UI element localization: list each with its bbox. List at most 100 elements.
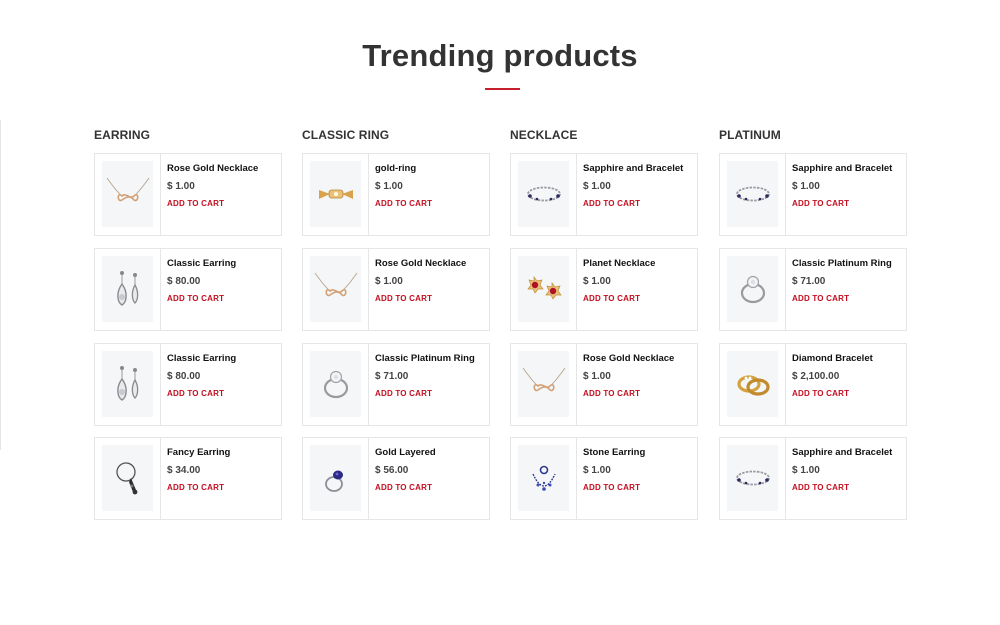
product-thumbnail[interactable] — [310, 161, 361, 227]
product-info: Rose Gold Necklace $ 1.00 ADD TO CART — [583, 352, 695, 399]
category-heading[interactable]: PLATINUM — [719, 128, 907, 143]
add-to-cart-button[interactable]: ADD TO CART — [375, 294, 487, 304]
necklace-icon — [313, 269, 359, 309]
card-divider — [785, 154, 786, 235]
add-to-cart-button[interactable]: ADD TO CART — [792, 199, 904, 209]
product-info: Rose Gold Necklace $ 1.00 ADD TO CART — [167, 162, 279, 209]
product-info: gold-ring $ 1.00 ADD TO CART — [375, 162, 487, 209]
product-name-link[interactable]: Stone Earring — [583, 446, 695, 459]
add-to-cart-button[interactable]: ADD TO CART — [375, 389, 487, 399]
add-to-cart-button[interactable]: ADD TO CART — [583, 389, 695, 399]
product-name-link[interactable]: gold-ring — [375, 162, 487, 175]
product-info: Classic Earring $ 80.00 ADD TO CART — [167, 257, 279, 304]
category-column: CLASSIC RING gold-ring $ 1.00 ADD TO CART Ro… — [302, 128, 490, 520]
fancy-earring-icon — [108, 456, 148, 500]
product-price: $ 1.00 — [583, 465, 611, 476]
card-divider — [160, 154, 161, 235]
add-to-cart-button[interactable]: ADD TO CART — [167, 199, 279, 209]
card-divider — [576, 344, 577, 425]
product-thumbnail[interactable] — [310, 256, 361, 322]
card-divider — [368, 154, 369, 235]
product-thumbnail[interactable] — [518, 351, 569, 417]
card-divider — [785, 438, 786, 519]
product-info: Planet Necklace $ 1.00 ADD TO CART — [583, 257, 695, 304]
product-name-link[interactable]: Gold Layered — [375, 446, 487, 459]
add-to-cart-button[interactable]: ADD TO CART — [167, 483, 279, 493]
card-divider — [160, 249, 161, 330]
product-thumbnail[interactable] — [727, 351, 778, 417]
card-divider — [160, 344, 161, 425]
product-thumbnail[interactable] — [102, 161, 153, 227]
product-price: $ 80.00 — [167, 276, 201, 287]
title-underline — [485, 88, 520, 90]
product-thumbnail[interactable] — [518, 161, 569, 227]
product-price: $ 1.00 — [375, 276, 403, 287]
card-divider — [785, 249, 786, 330]
gold-bands-icon — [731, 364, 775, 404]
product-name-link[interactable]: Rose Gold Necklace — [583, 352, 695, 365]
product-card: Planet Necklace $ 1.00 ADD TO CART — [510, 248, 698, 331]
product-card: Stone Earring $ 1.00 ADD TO CART — [510, 437, 698, 520]
add-to-cart-button[interactable]: ADD TO CART — [167, 389, 279, 399]
add-to-cart-button[interactable]: ADD TO CART — [792, 294, 904, 304]
stone-earring-icon — [524, 458, 564, 498]
add-to-cart-button[interactable]: ADD TO CART — [375, 483, 487, 493]
category-heading[interactable]: NECKLACE — [510, 128, 698, 143]
product-name-link[interactable]: Rose Gold Necklace — [375, 257, 487, 270]
product-info: Sapphire and Bracelet $ 1.00 ADD TO CART — [792, 162, 904, 209]
product-price: $ 1.00 — [167, 181, 195, 192]
product-thumbnail[interactable] — [102, 445, 153, 511]
product-info: Sapphire and Bracelet $ 1.00 ADD TO CART — [583, 162, 695, 209]
product-name-link[interactable]: Fancy Earring — [167, 446, 279, 459]
add-to-cart-button[interactable]: ADD TO CART — [583, 294, 695, 304]
add-to-cart-button[interactable]: ADD TO CART — [375, 199, 487, 209]
product-name-link[interactable]: Classic Earring — [167, 352, 279, 365]
ruby-earrings-icon — [522, 269, 566, 309]
product-info: Fancy Earring $ 34.00 ADD TO CART — [167, 446, 279, 493]
product-thumbnail[interactable] — [727, 256, 778, 322]
product-price: $ 1.00 — [583, 181, 611, 192]
product-name-link[interactable]: Diamond Bracelet — [792, 352, 904, 365]
product-thumbnail[interactable] — [727, 161, 778, 227]
product-thumbnail[interactable] — [102, 256, 153, 322]
add-to-cart-button[interactable]: ADD TO CART — [792, 483, 904, 493]
product-name-link[interactable]: Classic Platinum Ring — [792, 257, 904, 270]
product-thumbnail[interactable] — [102, 351, 153, 417]
add-to-cart-button[interactable]: ADD TO CART — [583, 199, 695, 209]
product-thumbnail[interactable] — [310, 351, 361, 417]
product-name-link[interactable]: Classic Earring — [167, 257, 279, 270]
platinum-ring-icon — [733, 269, 773, 309]
product-thumbnail[interactable] — [518, 445, 569, 511]
product-name-link[interactable]: Classic Platinum Ring — [375, 352, 487, 365]
product-card: Diamond Bracelet $ 2,100.00 ADD TO CART — [719, 343, 907, 426]
product-price: $ 80.00 — [167, 371, 201, 382]
product-card: Rose Gold Necklace $ 1.00 ADD TO CART — [510, 343, 698, 426]
product-name-link[interactable]: Planet Necklace — [583, 257, 695, 270]
product-thumbnail[interactable] — [310, 445, 361, 511]
necklace-icon — [105, 174, 151, 214]
add-to-cart-button[interactable]: ADD TO CART — [583, 483, 695, 493]
section-title: Trending products — [362, 38, 638, 73]
product-name-link[interactable]: Sapphire and Bracelet — [792, 446, 904, 459]
product-name-link[interactable]: Sapphire and Bracelet — [583, 162, 695, 175]
product-card: Classic Earring $ 80.00 ADD TO CART — [94, 343, 282, 426]
product-info: Gold Layered $ 56.00 ADD TO CART — [375, 446, 487, 493]
product-name-link[interactable]: Sapphire and Bracelet — [792, 162, 904, 175]
product-card: Classic Platinum Ring $ 71.00 ADD TO CART — [302, 343, 490, 426]
card-divider — [785, 344, 786, 425]
category-heading[interactable]: EARRING — [94, 128, 282, 143]
add-to-cart-button[interactable]: ADD TO CART — [167, 294, 279, 304]
platinum-ring-icon — [316, 364, 356, 404]
card-divider — [576, 249, 577, 330]
product-price: $ 71.00 — [792, 276, 826, 287]
add-to-cart-button[interactable]: ADD TO CART — [792, 389, 904, 399]
product-card: Gold Layered $ 56.00 ADD TO CART — [302, 437, 490, 520]
left-edge-divider — [0, 120, 1, 450]
category-heading[interactable]: CLASSIC RING — [302, 128, 490, 143]
product-card: Sapphire and Bracelet $ 1.00 ADD TO CART — [510, 153, 698, 236]
product-card: Sapphire and Bracelet $ 1.00 ADD TO CART — [719, 437, 907, 520]
product-name-link[interactable]: Rose Gold Necklace — [167, 162, 279, 175]
product-thumbnail[interactable] — [727, 445, 778, 511]
product-thumbnail[interactable] — [518, 256, 569, 322]
product-info: Stone Earring $ 1.00 ADD TO CART — [583, 446, 695, 493]
